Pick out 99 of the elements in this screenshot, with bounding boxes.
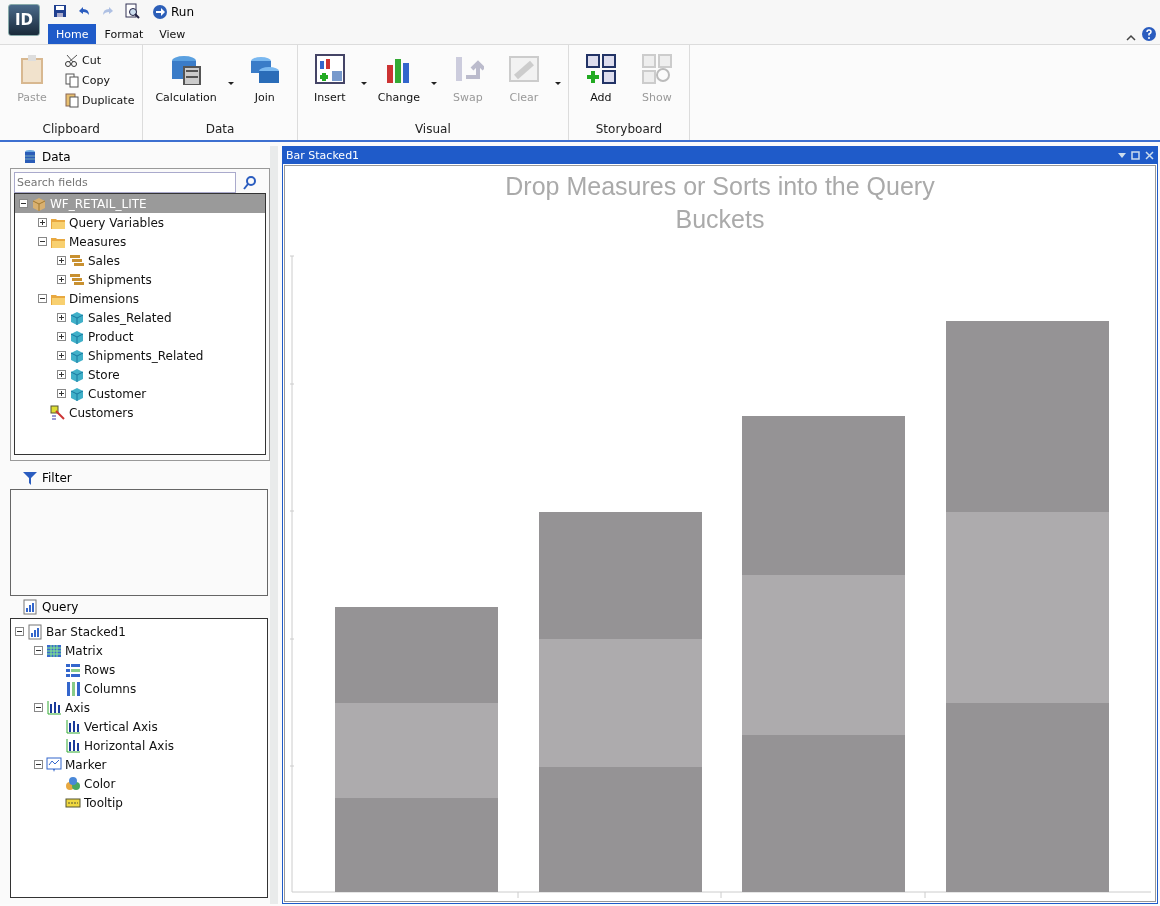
pencil-icon	[50, 404, 66, 421]
tree-item[interactable]: Product	[88, 329, 134, 344]
panel-title: Query	[42, 600, 79, 614]
tree-item[interactable]: Rows	[84, 662, 116, 677]
dropdown-caret-icon[interactable]	[359, 79, 368, 87]
duplicate-icon	[64, 92, 80, 108]
tree-item[interactable]: Horizontal Axis	[84, 738, 174, 753]
tree-item[interactable]: Marker	[65, 757, 107, 772]
tree-item[interactable]: Shipments	[88, 272, 152, 287]
change-button[interactable]: Change	[371, 51, 426, 106]
cube-icon	[69, 347, 85, 364]
tree-item[interactable]: Sales_Related	[88, 310, 172, 325]
panel-title: Filter	[42, 471, 72, 485]
pane-menu-icon[interactable]	[1118, 152, 1126, 159]
ribbon-tab[interactable]: Format	[96, 24, 152, 44]
tree-item[interactable]: Store	[88, 367, 120, 382]
preview-button[interactable]	[124, 2, 142, 21]
tree-item[interactable]: Query Variables	[69, 215, 165, 230]
eraser-icon	[507, 53, 540, 85]
grid-magnifier-icon	[640, 53, 673, 85]
close-icon[interactable]	[1145, 151, 1154, 160]
expand-toggle[interactable]	[57, 351, 66, 360]
tree-item[interactable]: Matrix	[65, 643, 103, 658]
collapse-toggle[interactable]	[34, 646, 43, 655]
group-title: Storyboard	[594, 122, 664, 138]
tree-item[interactable]: Shipments_Related	[88, 348, 204, 363]
cube-icon	[69, 328, 85, 345]
expand-toggle[interactable]	[57, 370, 66, 379]
collapse-toggle[interactable]	[34, 760, 43, 769]
tree-item[interactable]: Sales	[88, 253, 120, 268]
run-button[interactable]: Run	[148, 3, 198, 20]
collapse-ribbon-icon[interactable]	[1126, 34, 1136, 41]
ribbon-tab[interactable]: View	[151, 24, 194, 44]
measure-icon	[69, 271, 85, 288]
expand-toggle[interactable]	[38, 218, 47, 227]
tree-item[interactable]: Axis	[65, 700, 90, 715]
help-icon[interactable]	[1142, 27, 1156, 41]
group-title: Data	[204, 122, 236, 138]
dropdown-caret-icon[interactable]	[226, 79, 235, 87]
collapse-toggle[interactable]	[38, 294, 47, 303]
bar-chart-icon	[27, 623, 43, 640]
group-title: Visual	[413, 122, 452, 138]
group-title: Clipboard	[41, 122, 101, 138]
expand-toggle[interactable]	[57, 256, 66, 265]
dropdown-caret-icon[interactable]	[429, 79, 438, 87]
app-logo: ID	[8, 4, 40, 36]
line-chart-icon	[46, 756, 62, 773]
arrow-circle-icon	[152, 3, 168, 20]
tree-item[interactable]: Vertical Axis	[84, 719, 158, 734]
bar-chart-icon	[22, 599, 38, 615]
tree-item[interactable]: Measures	[69, 234, 127, 249]
cut-button[interactable]: Cut	[62, 51, 137, 69]
bar-chart-icon	[65, 718, 81, 735]
grid-plus-icon	[584, 53, 617, 85]
expand-toggle[interactable]	[57, 313, 66, 322]
tree-item[interactable]: Tooltip	[84, 795, 123, 810]
tree-item[interactable]: Columns	[84, 681, 137, 696]
search-field[interactable]: Search fields	[14, 172, 236, 193]
tree-item[interactable]: Color	[84, 776, 116, 791]
calculator-icon	[170, 53, 203, 85]
drop-hint: Drop Measures or Sorts into the Query Buckets	[504, 171, 936, 235]
bar-chart-icon	[65, 737, 81, 754]
insert-button[interactable]: Insert	[303, 51, 356, 106]
calculation-button[interactable]: Calculation	[149, 51, 223, 106]
panel-title: Data	[42, 150, 71, 164]
add-button[interactable]: Add	[574, 51, 627, 106]
expand-toggle[interactable]	[57, 389, 66, 398]
collapse-toggle[interactable]	[38, 237, 47, 246]
copy-icon	[64, 72, 80, 88]
expand-toggle[interactable]	[57, 332, 66, 341]
ribbon-tab[interactable]: Home	[48, 24, 97, 44]
scissors-icon	[64, 52, 80, 68]
expand-toggle[interactable]	[57, 275, 66, 284]
join-button[interactable]: Join	[238, 51, 291, 106]
tree-item[interactable]: Customer	[88, 386, 147, 401]
funnel-icon	[22, 470, 38, 486]
copy-button[interactable]: Copy	[62, 71, 137, 89]
rows-icon	[65, 661, 81, 678]
insert-chart-icon	[313, 53, 346, 85]
measure-icon	[69, 252, 85, 269]
cube-icon	[69, 366, 85, 383]
tree-item[interactable]: Dimensions	[69, 291, 140, 306]
duplicate-button[interactable]: Duplicate	[62, 91, 137, 109]
maximize-icon[interactable]	[1131, 151, 1140, 160]
pane-title: Bar Stacked1	[286, 149, 360, 162]
collapse-toggle[interactable]	[34, 703, 43, 712]
cube-icon	[31, 195, 47, 212]
collapse-toggle[interactable]	[15, 627, 24, 636]
cube-icon	[69, 385, 85, 402]
collapse-toggle[interactable]	[19, 199, 28, 208]
columns-icon	[65, 680, 81, 697]
bar-chart-icon	[46, 699, 62, 716]
search-icon	[242, 174, 258, 191]
circles-icon	[65, 775, 81, 792]
cube-icon	[69, 309, 85, 326]
tree-item[interactable]: Customers	[69, 405, 134, 420]
tree-item[interactable]: Bar Stacked1	[46, 624, 126, 639]
grid-icon	[46, 642, 62, 659]
database-icon	[22, 149, 38, 165]
